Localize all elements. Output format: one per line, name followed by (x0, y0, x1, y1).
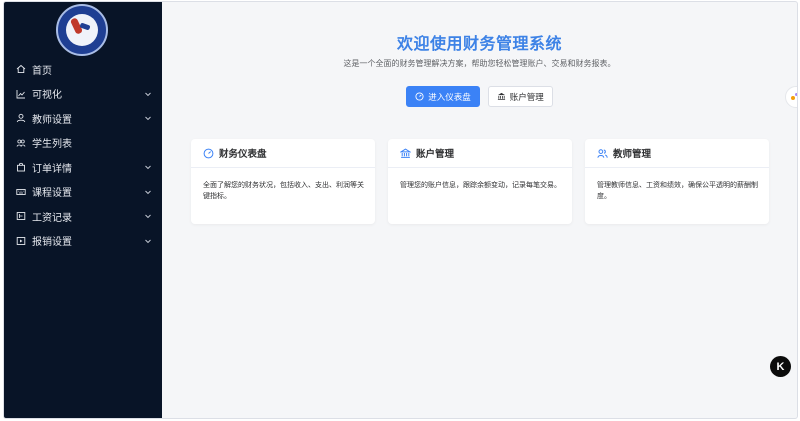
page-title: 欢迎使用财务管理系统 (396, 34, 562, 53)
sidebar-item-order-details[interactable]: 订单详情 (4, 155, 162, 180)
card-header: 财务仪表盘 (191, 139, 375, 168)
sidebar: 首页 可视化 教师设置 学生列表 订单详情 课程设置 工资记录 报销设置 (4, 2, 162, 418)
sidebar-item-label: 可视化 (32, 90, 62, 102)
account-management-label: 账户管理 (509, 91, 544, 102)
receipt-icon (16, 236, 26, 246)
sidebar-item-label: 教师设置 (32, 114, 72, 126)
chevron-down-icon (145, 239, 151, 243)
chart-icon (16, 89, 26, 99)
chevron-down-icon (145, 116, 151, 121)
wallet-icon (16, 211, 26, 221)
sidebar-item-student-list[interactable]: 学生列表 (4, 131, 162, 156)
sidebar-item-course-settings[interactable]: 课程设置 (4, 180, 162, 205)
card-header: 教师管理 (585, 139, 769, 168)
card-description: 管理您的账户信息，跟踪余额变动，记录每笔交易。 (400, 181, 561, 189)
sidebar-item-label: 课程设置 (32, 188, 72, 200)
chevron-down-icon (145, 165, 151, 170)
card-title: 教师管理 (613, 149, 652, 160)
account-management-button[interactable]: 账户管理 (487, 86, 553, 107)
app-window: 首页 可视化 教师设置 学生列表 订单详情 课程设置 工资记录 报销设置 欢迎使… (3, 1, 798, 419)
sidebar-menu: 首页 可视化 教师设置 学生列表 订单详情 课程设置 工资记录 报销设置 (4, 57, 162, 253)
card-description: 全面了解您的财务状况，包括收入、支出、利润等关键指标。 (203, 181, 364, 200)
bank-icon (400, 148, 411, 159)
sidebar-item-label: 订单详情 (32, 163, 72, 175)
feature-cards: 财务仪表盘 全面了解您的财务状况，包括收入、支出、利润等关键指标。 账户管理 管… (191, 139, 769, 224)
users-icon (597, 148, 608, 159)
card-title: 财务仪表盘 (219, 149, 267, 160)
list-icon (16, 138, 26, 148)
chevron-down-icon (145, 190, 151, 194)
card-teacher-management[interactable]: 教师管理 管理教师信息、工资和绩效，确保公平透明的薪酬制度。 (585, 139, 769, 224)
page-subtitle: 这是一个全面的财务管理解决方案，帮助您轻松管理账户、交易和财务报表。 (343, 59, 616, 68)
bank-icon (497, 92, 506, 101)
enter-dashboard-button[interactable]: 进入仪表盘 (406, 86, 480, 107)
sidebar-item-label: 首页 (32, 65, 52, 77)
sidebar-item-label: 工资记录 (32, 212, 72, 224)
user-icon (16, 113, 26, 123)
sidebar-item-label: 报销设置 (32, 237, 72, 249)
keyboard-icon (16, 187, 26, 197)
k-floating-badge[interactable]: K (770, 356, 791, 377)
main-content: 欢迎使用财务管理系统 这是一个全面的财务管理解决方案，帮助您轻松管理账户、交易和… (162, 2, 797, 418)
logo (56, 4, 108, 56)
card-account-management[interactable]: 账户管理 管理您的账户信息，跟踪余额变动，记录每笔交易。 (388, 139, 572, 224)
card-finance-dashboard[interactable]: 财务仪表盘 全面了解您的财务状况，包括收入、支出、利润等关键指标。 (191, 139, 375, 224)
home-icon (16, 64, 26, 74)
card-description: 管理教师信息、工资和绩效，确保公平透明的薪酬制度。 (597, 181, 758, 200)
dashboard-icon (415, 92, 424, 101)
action-buttons: 进入仪表盘 账户管理 (162, 86, 797, 107)
sidebar-item-home[interactable]: 首页 (4, 57, 162, 82)
dashboard-icon (203, 148, 214, 159)
card-header: 账户管理 (388, 139, 572, 168)
sidebar-item-salary-records[interactable]: 工资记录 (4, 204, 162, 229)
chevron-down-icon (145, 92, 151, 96)
card-title: 账户管理 (416, 149, 455, 160)
sidebar-item-reimbursement-settings[interactable]: 报销设置 (4, 229, 162, 254)
sidebar-item-visualization[interactable]: 可视化 (4, 82, 162, 107)
sidebar-item-label: 学生列表 (32, 139, 72, 151)
chevron-down-icon (145, 214, 151, 219)
sidebar-item-teacher-settings[interactable]: 教师设置 (4, 106, 162, 131)
bag-icon (16, 162, 26, 172)
enter-dashboard-label: 进入仪表盘 (428, 91, 471, 102)
